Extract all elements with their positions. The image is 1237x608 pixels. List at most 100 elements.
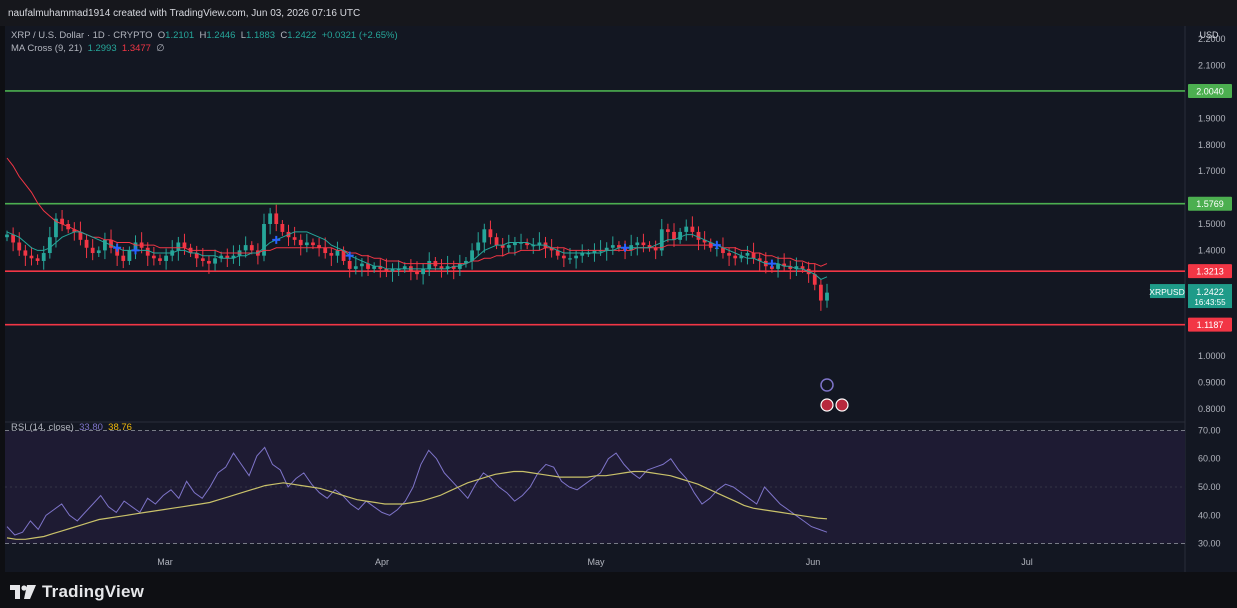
rsi-tick-label: 30.00: [1198, 539, 1221, 549]
tradingview-logo[interactable]: TradingView: [10, 582, 144, 602]
candle-body: [176, 242, 181, 251]
candle-body: [151, 255, 156, 259]
candle-body: [825, 292, 829, 301]
rsi-tick-label: 60.00: [1198, 454, 1221, 464]
candle-body: [243, 245, 248, 251]
candle-body: [5, 234, 9, 238]
symbol-name[interactable]: XRP / U.S. Dollar · 1D · CRYPTO: [11, 30, 152, 41]
candle-body: [207, 260, 211, 264]
candle-body: [727, 253, 731, 256]
rsi-tick-label: 50.00: [1198, 482, 1221, 492]
candle-body: [11, 234, 16, 243]
candle-body: [415, 271, 419, 275]
x-tick-label: Apr: [375, 557, 389, 567]
candle-body: [158, 258, 162, 261]
open-value: 1.2101: [165, 30, 195, 41]
level-tag-label: 1.1187: [1197, 320, 1224, 330]
candle-body: [311, 242, 315, 246]
credit-text: naufalmuhammad1914 created with TradingV…: [8, 8, 361, 19]
candle-body: [488, 229, 493, 238]
candle-body: [41, 253, 46, 261]
candle-body: [164, 255, 169, 261]
candle-body: [323, 247, 328, 254]
candle-body: [635, 242, 640, 246]
ma-label: MA Cross (9, 21): [11, 43, 83, 54]
candle-body: [213, 258, 217, 264]
top-credit-bar: naufalmuhammad1914 created with TradingV…: [0, 0, 1237, 26]
candle-body: [274, 213, 279, 224]
ma-cross-marker: [131, 246, 140, 255]
ma-cross-marker: [767, 259, 776, 268]
candle-body: [23, 250, 28, 256]
candle-body: [84, 239, 89, 248]
candle-body: [17, 242, 22, 251]
candle-body: [127, 250, 132, 261]
low-value: 1.1883: [246, 30, 276, 41]
candle-body: [329, 253, 334, 256]
candle-body: [684, 226, 689, 232]
countdown-label: 16:43:55: [1194, 298, 1226, 307]
price-tick-label: 1.9000: [1198, 113, 1226, 123]
candle-body: [121, 255, 126, 261]
candle-body: [818, 284, 823, 301]
candle-body: [678, 231, 683, 240]
rsi-legend[interactable]: RSI (14, close) 33.80 38.76: [11, 422, 132, 433]
candle-body: [78, 231, 83, 240]
candle-body: [268, 213, 273, 224]
candle-body: [200, 258, 205, 261]
footer-bar: TradingView: [0, 572, 1237, 608]
candle-body: [672, 231, 676, 240]
x-tick-label: Jun: [806, 557, 821, 567]
ma-cross-marker: [272, 235, 281, 244]
rsi-tick-label: 70.00: [1198, 425, 1221, 435]
candle-body: [751, 253, 756, 259]
rsi-value: 33.80: [79, 422, 103, 433]
candle-body: [292, 237, 297, 240]
price-tick-label: 1.7000: [1198, 166, 1226, 176]
candle-body: [482, 229, 487, 243]
level-tag-label: 1.3213: [1196, 267, 1224, 277]
ma-slow-value: 1.3477: [121, 43, 151, 54]
candle-body: [690, 226, 695, 232]
chart-frame[interactable]: 2.2000 2.1000 1.9000 1.8000 1.7000 1.5000 1.40…: [5, 26, 1237, 572]
level-tag-label: 2.0040: [1196, 86, 1224, 96]
event-flash-icon: [820, 378, 834, 392]
chart-canvas[interactable]: 2.20002.10001.90001.80001.70001.50001.40…: [5, 26, 1237, 572]
candle-body: [298, 239, 303, 246]
candle-body: [360, 263, 364, 267]
ma-cross-marker: [712, 241, 721, 250]
price-tick-label: 1.4000: [1198, 245, 1226, 255]
price-tick-label: 1.5000: [1198, 219, 1226, 229]
us-flag-icon: [820, 398, 834, 412]
candle-body: [665, 229, 670, 232]
price-tick-label: 2.1000: [1198, 61, 1226, 71]
candle-body: [574, 255, 579, 259]
candle-body: [249, 245, 254, 251]
candle-body: [353, 266, 358, 269]
candle-body: [96, 250, 101, 254]
candle-body: [304, 242, 309, 246]
x-tick-label: Jul: [1021, 557, 1033, 567]
rsi-tick-label: 40.00: [1198, 510, 1221, 520]
change-value: +0.0321 (+2.65%): [321, 30, 398, 41]
price-tick-label: 0.9000: [1198, 377, 1226, 387]
ma-cross-marker: [113, 243, 122, 252]
candle-body: [696, 231, 701, 240]
candle-body: [476, 242, 481, 251]
candle-body: [506, 245, 511, 248]
price-tick-label: 0.8000: [1198, 404, 1226, 414]
candle-body: [29, 255, 34, 259]
ma-hidden-icon[interactable]: ∅: [156, 43, 164, 54]
candle-body: [421, 268, 426, 275]
candle-body: [494, 237, 499, 246]
candle-body: [561, 255, 566, 259]
candle-body: [733, 255, 738, 259]
symbol-legend: XRP / U.S. Dollar · 1D · CRYPTO O1.2101 …: [11, 30, 398, 41]
currency-label[interactable]: USD: [1192, 28, 1226, 42]
candle-body: [182, 242, 187, 248]
candle-body: [109, 239, 113, 248]
level-tag-label: 1.5769: [1196, 199, 1224, 209]
candle-body: [335, 250, 340, 256]
ma-legend[interactable]: MA Cross (9, 21) 1.2993 1.3477 ∅: [11, 43, 165, 54]
close-value: 1.2422: [287, 30, 317, 41]
